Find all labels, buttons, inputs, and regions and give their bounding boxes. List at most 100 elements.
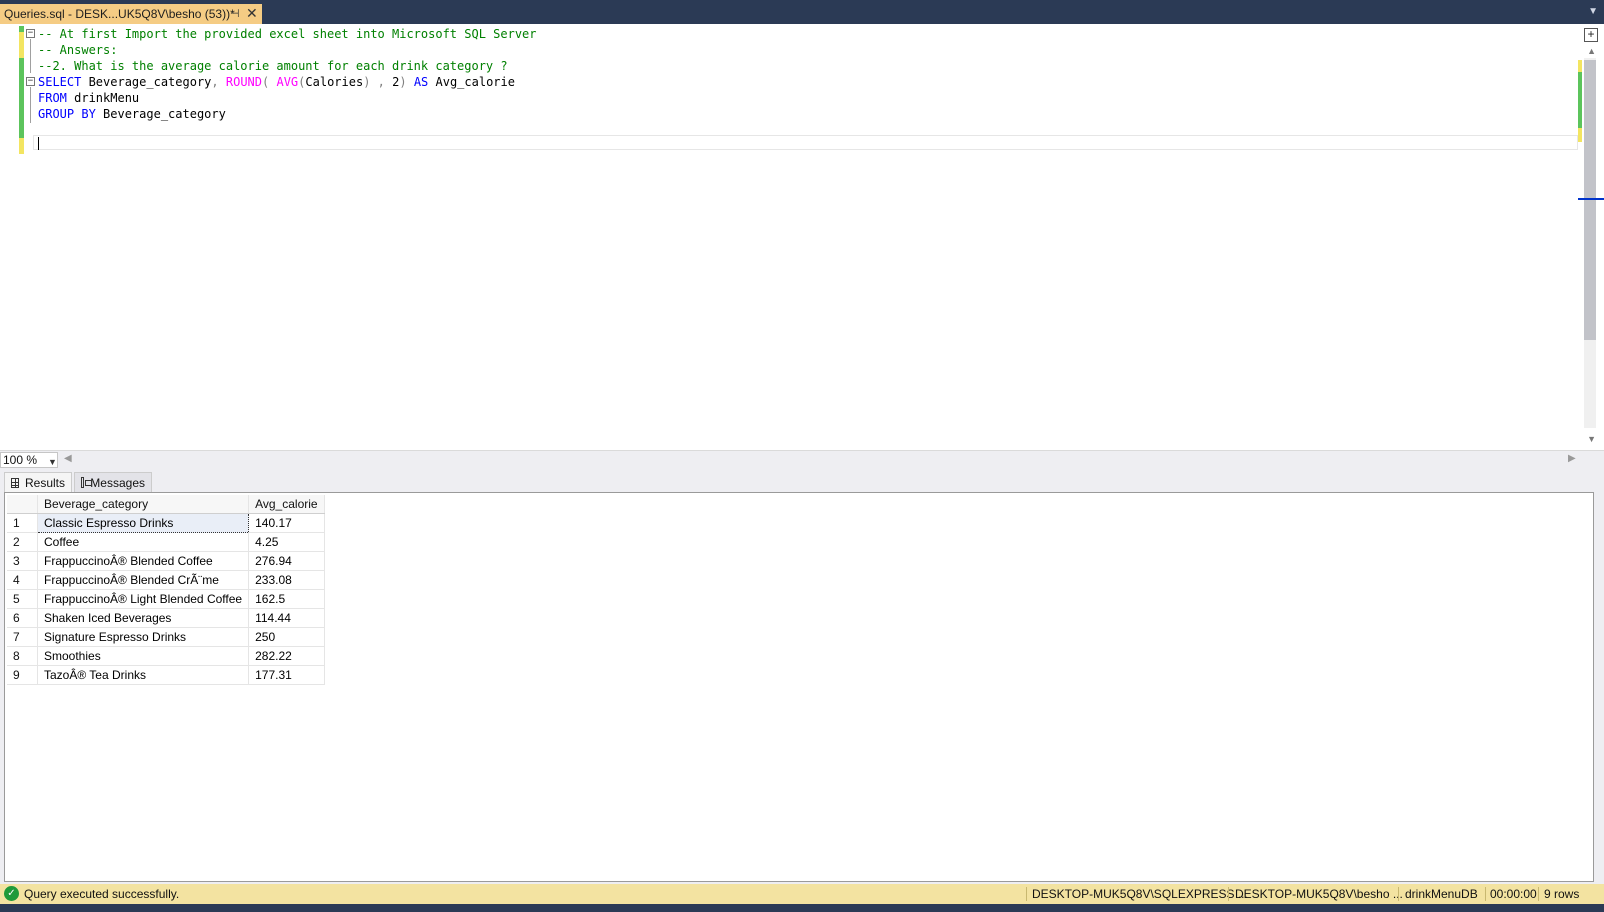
status-message: Query executed successfully. bbox=[24, 887, 180, 901]
table-row[interactable]: 5 FrappuccinoÂ® Light Blended Coffee 162.5 bbox=[7, 589, 325, 609]
tab-list-dropdown-icon[interactable]: ▼ bbox=[1588, 6, 1598, 17]
code-token: AVG bbox=[276, 75, 299, 89]
chevron-down-icon[interactable]: ▼ bbox=[48, 455, 57, 469]
status-divider bbox=[1538, 887, 1539, 901]
row-number[interactable]: 5 bbox=[7, 589, 38, 609]
column-header[interactable]: Avg_calorie bbox=[248, 495, 325, 514]
pin-icon[interactable]: ⊣ bbox=[230, 7, 240, 20]
table-row[interactable]: 3 FrappuccinoÂ® Blended Coffee 276.94 bbox=[7, 551, 325, 571]
cell-avg-calorie[interactable]: 114.44 bbox=[248, 608, 325, 628]
results-panel: Results Messages Beverage_category Avg_c… bbox=[0, 468, 1604, 884]
zoom-bar: 100 % ▼ ◀ ▶ bbox=[0, 450, 1604, 469]
zoom-select[interactable]: 100 % ▼ bbox=[0, 452, 58, 468]
table-row[interactable]: 6 Shaken Iced Beverages 114.44 bbox=[7, 608, 325, 628]
change-map-marker bbox=[1578, 128, 1582, 142]
table-row[interactable]: 2 Coffee 4.25 bbox=[7, 532, 325, 552]
collapse-region-icon[interactable]: − bbox=[26, 77, 35, 86]
code-token: drinkMenu bbox=[66, 91, 140, 105]
change-marker bbox=[19, 42, 24, 58]
zoom-value: 100 % bbox=[3, 453, 38, 467]
code-token: --2. What is the average calorie amount … bbox=[38, 59, 508, 73]
cell-beverage-category[interactable]: Smoothies bbox=[37, 646, 250, 666]
row-number-header[interactable] bbox=[7, 495, 38, 514]
cell-beverage-category[interactable]: FrappuccinoÂ® Light Blended Coffee bbox=[37, 589, 250, 609]
code-line[interactable]: SELECT Beverage_category, ROUND( AVG(Cal… bbox=[38, 74, 537, 90]
text-caret bbox=[38, 137, 39, 150]
window-bottom-edge bbox=[0, 904, 1604, 912]
row-number[interactable]: 3 bbox=[7, 551, 38, 571]
row-number[interactable]: 2 bbox=[7, 532, 38, 552]
row-number[interactable]: 1 bbox=[7, 513, 38, 533]
editor-vertical-scrollbar[interactable]: + ▲ ▼ bbox=[1578, 24, 1604, 450]
cell-avg-calorie[interactable]: 276.94 bbox=[248, 551, 325, 571]
cell-avg-calorie[interactable]: 140.17 bbox=[248, 513, 325, 533]
status-bar: ✓ Query executed successfully. DESKTOP-M… bbox=[0, 884, 1604, 904]
cell-beverage-category[interactable]: Shaken Iced Beverages bbox=[37, 608, 250, 628]
cell-beverage-category[interactable]: TazoÂ® Tea Drinks bbox=[37, 665, 250, 685]
code-line[interactable]: GROUP BY Beverage_category bbox=[38, 106, 537, 122]
code-token: , bbox=[211, 75, 219, 89]
table-row[interactable]: 9 TazoÂ® Tea Drinks 177.31 bbox=[7, 665, 325, 685]
scroll-down-icon[interactable]: ▼ bbox=[1587, 434, 1596, 444]
results-grid-container[interactable]: Beverage_category Avg_calorie 1 Classic E… bbox=[4, 492, 1594, 882]
code-token: SELECT bbox=[38, 75, 82, 89]
tab-messages[interactable]: Messages bbox=[74, 472, 152, 492]
document-tab-queries[interactable]: Queries.sql - DESK...UK5Q8V\besho (53))*… bbox=[0, 4, 262, 24]
code-token: GROUP BY bbox=[38, 107, 96, 121]
code-line[interactable]: --2. What is the average calorie amount … bbox=[38, 58, 537, 74]
cell-beverage-category[interactable]: Classic Espresso Drinks bbox=[36, 513, 250, 533]
status-user: DESKTOP-MUK5Q8V\besho ... bbox=[1235, 887, 1403, 901]
code-token: Beverage_category bbox=[95, 107, 226, 121]
scroll-left-icon[interactable]: ◀ bbox=[64, 453, 72, 464]
status-elapsed: 00:00:00 bbox=[1490, 887, 1537, 901]
row-number[interactable]: 7 bbox=[7, 627, 38, 647]
change-marker bbox=[19, 138, 24, 154]
code-token: , bbox=[377, 75, 385, 89]
code-line[interactable]: -- At first Import the provided excel sh… bbox=[38, 26, 537, 42]
tab-results[interactable]: Results bbox=[4, 472, 72, 492]
row-number[interactable]: 4 bbox=[7, 570, 38, 590]
scroll-up-icon[interactable]: ▲ bbox=[1587, 46, 1596, 56]
status-divider bbox=[1228, 887, 1229, 901]
table-row[interactable]: 8 Smoothies 282.22 bbox=[7, 646, 325, 666]
code-token: ROUND bbox=[225, 75, 262, 89]
code-token: FROM bbox=[38, 91, 67, 105]
document-tab-bar: Queries.sql - DESK...UK5Q8V\besho (53))*… bbox=[0, 0, 1604, 24]
success-check-icon: ✓ bbox=[4, 886, 19, 901]
code-line[interactable]: -- Answers: bbox=[38, 42, 537, 58]
row-number[interactable]: 8 bbox=[7, 646, 38, 666]
close-icon[interactable]: ✕ bbox=[246, 5, 258, 22]
query-editor[interactable]: − − -- At first Import the provided exce… bbox=[0, 24, 1604, 450]
cell-avg-calorie[interactable]: 177.31 bbox=[248, 665, 325, 685]
cell-beverage-category[interactable]: FrappuccinoÂ® Blended CrÃ¨me bbox=[37, 570, 250, 590]
change-marker bbox=[19, 58, 24, 138]
row-number[interactable]: 9 bbox=[7, 665, 38, 685]
cell-avg-calorie[interactable]: 250 bbox=[248, 627, 325, 647]
code-token: Avg_calorie bbox=[428, 75, 515, 89]
cell-beverage-category[interactable]: Signature Espresso Drinks bbox=[37, 627, 250, 647]
table-row[interactable]: 7 Signature Espresso Drinks 250 bbox=[7, 627, 325, 647]
cell-avg-calorie[interactable]: 162.5 bbox=[248, 589, 325, 609]
scroll-thumb[interactable] bbox=[1584, 60, 1596, 340]
cell-avg-calorie[interactable]: 282.22 bbox=[248, 646, 325, 666]
code-token: -- At first Import the provided excel sh… bbox=[38, 27, 537, 41]
cell-avg-calorie[interactable]: 4.25 bbox=[248, 532, 325, 552]
current-line-highlight bbox=[33, 135, 1578, 150]
cell-beverage-category[interactable]: FrappuccinoÂ® Blended Coffee bbox=[37, 551, 250, 571]
code-token: -- Answers: bbox=[38, 43, 118, 57]
results-grid[interactable]: Beverage_category Avg_calorie 1 Classic E… bbox=[7, 495, 325, 685]
code-line[interactable]: FROM drinkMenu bbox=[38, 90, 537, 106]
row-number[interactable]: 6 bbox=[7, 608, 38, 628]
status-database: drinkMenuDB bbox=[1405, 887, 1478, 901]
collapse-region-icon[interactable]: − bbox=[26, 29, 35, 38]
scroll-right-icon[interactable]: ▶ bbox=[1568, 453, 1576, 464]
cell-avg-calorie[interactable]: 233.08 bbox=[248, 570, 325, 590]
table-row[interactable]: 1 Classic Espresso Drinks 140.17 bbox=[7, 513, 325, 533]
split-window-icon[interactable]: + bbox=[1584, 28, 1598, 42]
column-header[interactable]: Beverage_category bbox=[37, 495, 250, 514]
cell-beverage-category[interactable]: Coffee bbox=[37, 532, 250, 552]
status-divider bbox=[1485, 887, 1486, 901]
table-row[interactable]: 4 FrappuccinoÂ® Blended CrÃ¨me 233.08 bbox=[7, 570, 325, 590]
